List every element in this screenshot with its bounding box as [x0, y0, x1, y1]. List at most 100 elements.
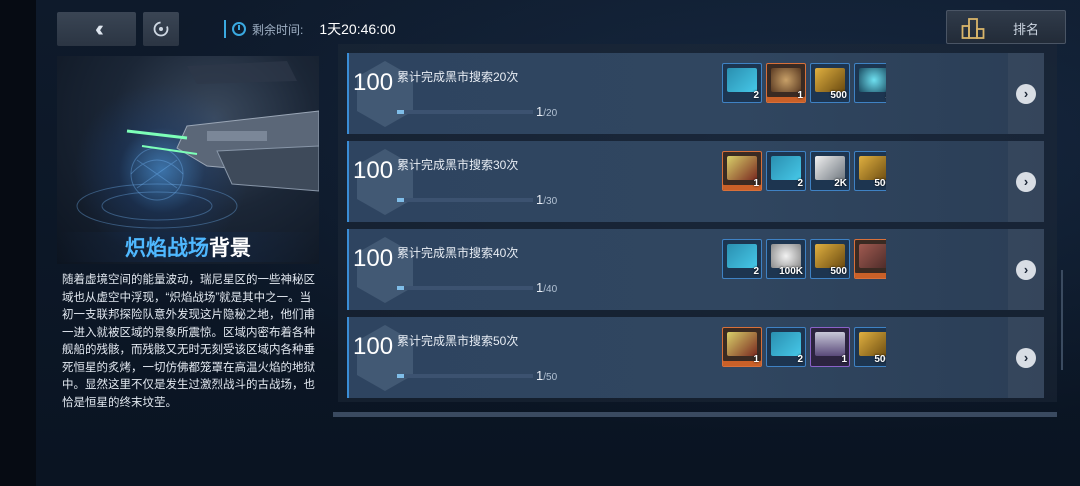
- background-story-text: 随着虚境空间的能量波动，瑞尼星区的一些神秘区域也从虚空中浮现，“炽焰战场”就是其…: [62, 274, 315, 409]
- ranking-label: 排名: [1013, 22, 1040, 37]
- reward-item[interactable]: [854, 239, 886, 279]
- reward-list: 1 2 1 500: [722, 327, 886, 367]
- progress-total: /20: [543, 108, 558, 119]
- chevron-right-icon: ›: [1016, 83, 1036, 104]
- quest-row: 100 累计完成黑市搜索40次 1/40 2 100K 500 ›: [347, 229, 1044, 310]
- reward-count: 2: [753, 266, 759, 277]
- quest-progress-bar: [397, 374, 533, 378]
- reward-count: 2: [797, 354, 803, 365]
- reward-count: 2: [797, 178, 803, 189]
- reward-item[interactable]: 2: [722, 239, 762, 279]
- reward-list: 2 100K 500: [722, 239, 886, 279]
- chevron-right-icon: ›: [1016, 259, 1036, 280]
- double-chevron-left-icon: ‹‹: [95, 16, 103, 41]
- quest-progress-bar: [397, 198, 533, 202]
- refresh-button[interactable]: [143, 12, 179, 46]
- reward-count: 1: [753, 178, 759, 189]
- chevron-right-icon: ›: [1016, 347, 1036, 368]
- clock-icon: [232, 22, 246, 36]
- title-highlight: 炽焰战场: [125, 237, 209, 260]
- reward-item[interactable]: 500: [854, 151, 886, 191]
- key-icon: [815, 332, 845, 356]
- reward-count: 1: [797, 90, 803, 101]
- quest-progress-fill: [397, 110, 404, 114]
- crystal-icon: [815, 156, 845, 180]
- module-icon: [859, 68, 886, 92]
- blueprint-icon: [727, 244, 757, 268]
- title-rest: 背景: [209, 237, 251, 260]
- quest-go-button[interactable]: ›: [1008, 141, 1044, 222]
- quest-list-footer-bar: [333, 412, 1057, 417]
- reward-item[interactable]: 2: [766, 151, 806, 191]
- quest-progress-text: 1/50: [536, 368, 557, 383]
- reward-list: 1 2 2K 500: [722, 151, 886, 191]
- ship-part-icon: [727, 332, 757, 356]
- reward-count: 2: [753, 90, 759, 101]
- reward-item[interactable]: 100K: [766, 239, 806, 279]
- reward-list: 2 1 500 2: [722, 63, 886, 103]
- quest-progress-text: 1/40: [536, 280, 557, 295]
- quest-title: 累计完成黑市搜索20次: [397, 70, 519, 84]
- screen-edge: [0, 0, 36, 486]
- reward-count: 100K: [779, 266, 803, 277]
- quest-progress-text: 1/20: [536, 104, 557, 119]
- reward-count: 500: [830, 90, 847, 101]
- quest-row: 100 累计完成黑市搜索30次 1/30 1 2 2K 500 ›: [347, 141, 1044, 222]
- quest-points: 100: [353, 69, 394, 96]
- gold-crate-icon: [815, 244, 845, 268]
- gold-crate-icon: [815, 68, 845, 92]
- timer-value: 1天20:46:00: [319, 21, 396, 37]
- ranking-button[interactable]: 排名: [946, 10, 1066, 44]
- quest-go-button[interactable]: ›: [1008, 53, 1044, 134]
- progress-total: /50: [543, 372, 558, 383]
- podium-icon: [961, 18, 985, 39]
- reward-count: 1: [753, 354, 759, 365]
- reward-item[interactable]: 1: [722, 327, 762, 367]
- quest-row: 100 累计完成黑市搜索20次 1/20 2 1 500 2 ›: [347, 53, 1044, 134]
- quest-progress-fill: [397, 198, 404, 202]
- ship-part-icon: [727, 156, 757, 180]
- list-scrollbar[interactable]: [1061, 270, 1063, 370]
- gold-crate-icon: [859, 156, 886, 180]
- quest-progress-fill: [397, 374, 404, 378]
- blueprint-icon: [727, 68, 757, 92]
- reward-item[interactable]: 2: [722, 63, 762, 103]
- reward-item[interactable]: 1: [722, 151, 762, 191]
- book-icon: [859, 244, 886, 268]
- quest-title: 累计完成黑市搜索30次: [397, 158, 519, 172]
- quest-progress-bar: [397, 286, 533, 290]
- refresh-icon: [153, 21, 169, 37]
- reward-item[interactable]: 500: [854, 327, 886, 367]
- reward-item[interactable]: 2: [766, 327, 806, 367]
- chest-icon: [771, 68, 801, 92]
- progress-total: /40: [543, 284, 558, 295]
- reward-count: 1: [841, 354, 847, 365]
- quest-points: 100: [353, 157, 394, 184]
- quest-progress-text: 1/30: [536, 192, 557, 207]
- quest-points: 100: [353, 333, 394, 360]
- quest-title: 累计完成黑市搜索50次: [397, 334, 519, 348]
- reward-count: 2K: [834, 178, 847, 189]
- quest-points: 100: [353, 245, 394, 272]
- quest-progress-bar: [397, 110, 533, 114]
- timer-label: 剩余时间:: [252, 22, 304, 37]
- silver-coin-icon: [771, 244, 801, 268]
- blueprint-icon: [771, 156, 801, 180]
- timer-accent-bar: [224, 20, 226, 38]
- reward-item[interactable]: 1: [766, 63, 806, 103]
- reward-item[interactable]: 1: [810, 327, 850, 367]
- reward-item[interactable]: 2K: [810, 151, 850, 191]
- reward-item[interactable]: 2: [854, 63, 886, 103]
- quest-go-button[interactable]: ›: [1008, 229, 1044, 310]
- gold-crate-icon: [859, 332, 886, 356]
- quest-go-button[interactable]: ›: [1008, 317, 1044, 398]
- back-button[interactable]: ‹‹: [57, 12, 136, 46]
- chevron-right-icon: ›: [1016, 171, 1036, 192]
- reward-item[interactable]: 500: [810, 63, 850, 103]
- reward-item[interactable]: 500: [810, 239, 850, 279]
- quest-progress-fill: [397, 286, 404, 290]
- reward-count: 500: [874, 354, 886, 365]
- background-title: 炽焰战场背景: [57, 232, 319, 262]
- reward-count: 2: [885, 90, 886, 101]
- quest-row: 100 累计完成黑市搜索50次 1/50 1 2 1 500 ›: [347, 317, 1044, 398]
